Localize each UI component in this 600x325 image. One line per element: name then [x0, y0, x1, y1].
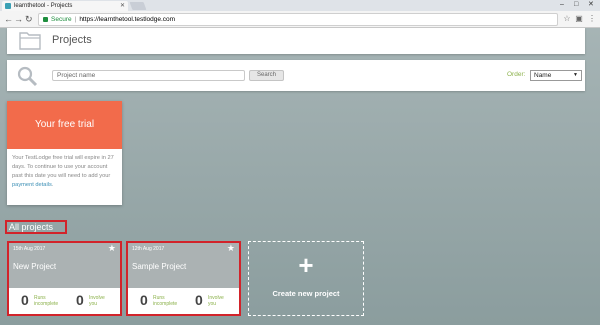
star-icon[interactable]: ★: [108, 243, 116, 254]
involve-label: Involve you: [208, 295, 224, 307]
involve-label: Involve you: [89, 295, 105, 307]
maximize-icon[interactable]: □: [574, 0, 578, 10]
project-card[interactable]: 12th Aug 2017 ★ Sample Project 0 Runs in…: [126, 241, 241, 316]
project-stats: 0 Runs incomplete 0 Involve you: [128, 288, 239, 314]
menu-icon[interactable]: ⋮: [587, 14, 597, 24]
url-field[interactable]: Secure | https://learnthetool.testlodge.co…: [38, 13, 558, 26]
bookmark-star-icon[interactable]: ☆: [562, 14, 572, 24]
search-button[interactable]: Search: [249, 70, 284, 81]
favicon-icon: [5, 3, 11, 9]
project-card-header: 12th Aug 2017 ★ Sample Project: [128, 243, 239, 288]
browser-tab[interactable]: learnthetool - Projects ✕: [2, 1, 128, 11]
runs-label: Runs incomplete: [34, 295, 59, 307]
forward-icon[interactable]: →: [14, 13, 23, 25]
trial-title: Your free trial: [7, 101, 122, 149]
tab-title: learnthetool - Projects: [14, 3, 73, 9]
back-icon[interactable]: ←: [4, 13, 13, 25]
search-input[interactable]: Project name: [52, 70, 245, 81]
minimize-icon[interactable]: –: [560, 0, 564, 10]
runs-count: 0: [21, 292, 29, 308]
trial-message-end: .: [51, 182, 54, 188]
section-title: All projects: [5, 220, 67, 234]
browser-tab-bar: learnthetool - Projects ✕ – □ ✕: [0, 0, 600, 11]
free-trial-card: Your free trial Your TestLodge free tria…: [7, 101, 122, 205]
projects-header: Projects: [7, 28, 585, 54]
create-project-label: Create new project: [272, 289, 340, 298]
project-date: 12th Aug 2017: [132, 246, 165, 252]
plus-icon: +: [298, 250, 314, 280]
secure-label: Secure: [51, 16, 72, 23]
url-text: https://learnthetool.testlodge.com: [79, 16, 176, 23]
search-panel: Project name Search Order: Name ▼: [7, 60, 585, 91]
project-card-header: 15th Aug 2017 ★ New Project: [9, 243, 120, 288]
reload-icon[interactable]: ↻: [25, 13, 33, 25]
order-select[interactable]: Name ▼: [530, 70, 582, 81]
trial-text: Your TestLodge free trial will expire in…: [7, 149, 122, 190]
page-title: Projects: [52, 34, 92, 46]
project-date: 15th Aug 2017: [13, 246, 46, 252]
address-bar: ← → ↻ Secure | https://learnthetool.testlo…: [0, 11, 600, 28]
close-tab-icon[interactable]: ✕: [120, 1, 125, 11]
star-icon[interactable]: ★: [227, 243, 235, 254]
close-window-icon[interactable]: ✕: [588, 0, 594, 10]
project-stats: 0 Runs incomplete 0 Involve you: [9, 288, 120, 314]
order-label: Order:: [507, 71, 526, 78]
runs-label: Runs incomplete: [153, 295, 178, 307]
folder-icon: [19, 32, 41, 50]
create-new-project-button[interactable]: + Create new project: [248, 241, 364, 316]
trial-message: Your TestLodge free trial will expire in…: [12, 155, 114, 179]
page-content: Projects Project name Search Order: Name…: [0, 28, 600, 325]
project-name[interactable]: New Project: [13, 262, 56, 271]
search-icon: [17, 66, 38, 87]
project-name[interactable]: Sample Project: [132, 262, 186, 271]
extension-icon[interactable]: ▣: [574, 14, 584, 24]
order-value: Name: [534, 72, 552, 79]
project-card[interactable]: 15th Aug 2017 ★ New Project 0 Runs incom…: [7, 241, 122, 316]
involve-count: 0: [76, 292, 84, 308]
payment-details-link[interactable]: payment details: [12, 182, 52, 188]
lock-icon: [43, 16, 48, 22]
new-tab-button[interactable]: [129, 2, 147, 10]
involve-count: 0: [195, 292, 203, 308]
runs-count: 0: [140, 292, 148, 308]
chevron-down-icon: ▼: [573, 72, 578, 78]
